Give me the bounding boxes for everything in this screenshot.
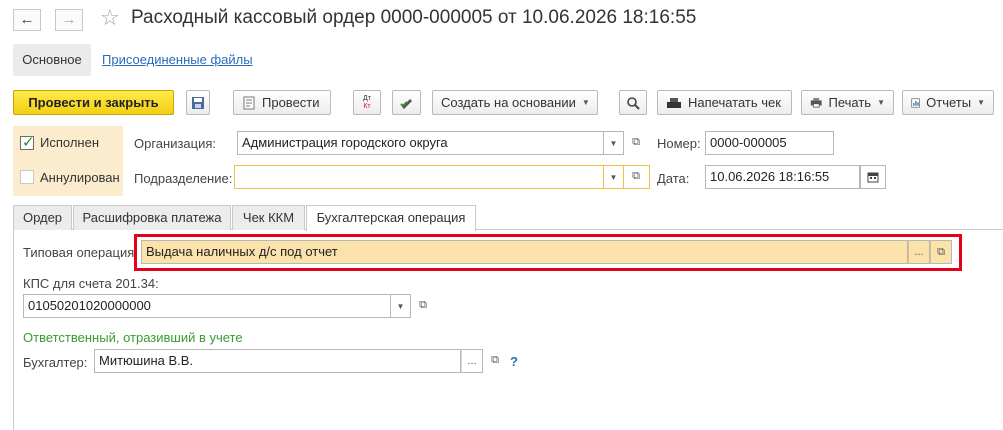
printer-icon (810, 97, 822, 108)
department-dropdown-button[interactable]: ▼ (604, 165, 624, 189)
post-button[interactable]: Провести (233, 90, 331, 115)
dtkt-icon: Дт Кт (363, 94, 371, 110)
kps-label: КПС для счета 201.34: (23, 276, 159, 291)
ellipsis-icon: ... (467, 355, 477, 367)
date-field[interactable]: 10.06.2026 18:16:55 (705, 165, 860, 189)
chevron-down-icon: ▼ (877, 98, 885, 107)
tab-payment-details[interactable]: Расшифровка платежа (73, 205, 231, 230)
forward-button[interactable]: → (55, 9, 83, 31)
post-and-close-label: Провести и закрыть (28, 95, 159, 110)
arrow-left-icon: ← (19, 11, 35, 28)
executed-label: Исполнен (40, 135, 100, 150)
kps-open-icon[interactable]: ⧉ (413, 296, 433, 316)
print-receipt-button[interactable]: Напечатать чек (657, 90, 792, 115)
back-button[interactable]: ← (13, 9, 41, 31)
number-label: Номер: (657, 136, 701, 151)
dtkt-button[interactable]: Дт Кт (353, 90, 381, 115)
print-button[interactable]: Печать ▼ (801, 90, 894, 115)
print-receipt-label: Напечатать чек (688, 95, 781, 110)
organization-label: Организация: (134, 136, 217, 151)
tab-order[interactable]: Ордер (13, 205, 72, 230)
help-icon[interactable]: ? (510, 354, 518, 369)
date-picker-button[interactable] (860, 165, 886, 189)
tab-kkm-receipt[interactable]: Чек ККМ (232, 205, 305, 230)
print-label: Печать (828, 95, 872, 110)
arrow-right-icon: → (61, 11, 77, 28)
save-button[interactable] (186, 90, 210, 115)
accountant-field[interactable]: Митюшина В.В. (94, 349, 461, 373)
edit-button[interactable] (392, 90, 421, 115)
kps-field[interactable]: 01050201020000000 (23, 294, 391, 318)
pen-check-icon (399, 98, 412, 109)
department-focus-outline (624, 165, 650, 189)
operation-highlight-frame (134, 234, 962, 271)
tab-accounting-operation[interactable]: Бухгалтерская операция (306, 205, 476, 231)
save-icon (192, 96, 204, 109)
post-and-close-button[interactable]: Провести и закрыть (13, 90, 174, 115)
cancelled-checkbox[interactable] (20, 170, 34, 184)
chevron-down-icon: ▼ (977, 98, 985, 107)
reports-button[interactable]: Отчеты ▼ (902, 90, 994, 115)
chevron-down-icon: ▼ (581, 98, 590, 107)
window-title: Расходный кассовый ордер 0000-000005 от … (131, 7, 697, 28)
number-field[interactable]: 0000-000005 (705, 131, 834, 155)
operation-label: Типовая операция: (23, 245, 138, 260)
create-based-on-label: Создать на основании (441, 95, 576, 110)
organization-open-icon[interactable]: ⧉ (626, 133, 646, 153)
section-attached-files[interactable]: Присоединенные файлы (102, 52, 253, 67)
accountant-label: Бухгалтер: (23, 355, 88, 370)
post-label: Провести (262, 95, 320, 110)
accountant-open-icon[interactable]: ⧉ (485, 351, 505, 371)
favorite-star-icon[interactable]: ☆ (100, 5, 120, 31)
chevron-down-icon: ▼ (609, 139, 618, 148)
organization-field[interactable]: Администрация городского округа (237, 131, 604, 155)
chevron-down-icon: ▼ (396, 302, 405, 311)
reports-label: Отчеты (926, 95, 972, 110)
tab-panel-border (13, 229, 14, 430)
checkmark-icon: ✓ (22, 134, 35, 151)
cancelled-label: Аннулирован (40, 170, 120, 185)
section-main[interactable]: Основное (13, 44, 91, 76)
cash-register-icon (667, 97, 681, 108)
search-button[interactable] (619, 90, 647, 115)
date-label: Дата: (657, 171, 690, 186)
search-icon (627, 96, 640, 110)
create-based-on-button[interactable]: Создать на основании ▼ (432, 90, 598, 115)
report-icon (911, 97, 920, 108)
executed-checkbox[interactable]: ✓ (20, 134, 35, 151)
chevron-down-icon: ▼ (609, 173, 618, 182)
responsible-header: Ответственный, отразивший в учете (23, 330, 243, 345)
kps-dropdown-button[interactable]: ▼ (391, 294, 411, 318)
department-label: Подразделение: (134, 171, 233, 186)
department-field[interactable] (234, 165, 604, 189)
organization-dropdown-button[interactable]: ▼ (604, 131, 624, 155)
calendar-icon (867, 172, 879, 183)
document-post-icon (243, 96, 255, 109)
accountant-select-button[interactable]: ... (461, 349, 483, 373)
